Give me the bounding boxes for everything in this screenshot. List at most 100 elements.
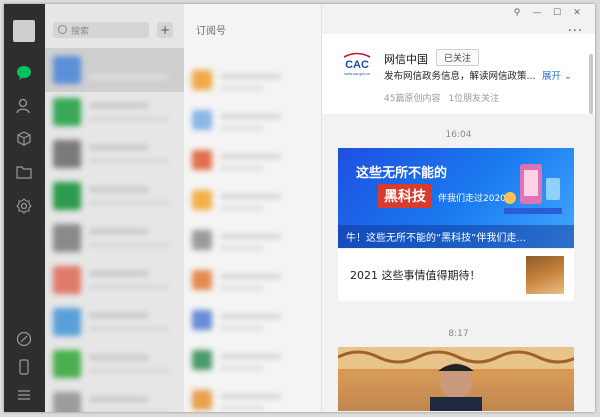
subscription-line xyxy=(220,313,282,320)
chat-icon[interactable] xyxy=(15,64,33,82)
session-row[interactable] xyxy=(45,132,184,176)
chevron-down-icon: ⌄ xyxy=(564,71,573,82)
subscription-row[interactable] xyxy=(184,180,321,222)
minimize-button[interactable]: — xyxy=(527,8,547,18)
session-row[interactable] xyxy=(45,258,184,302)
session-row[interactable] xyxy=(45,174,184,218)
session-avatar xyxy=(53,350,81,378)
scrollbar[interactable] xyxy=(589,54,593,114)
session-line xyxy=(89,144,149,151)
article-caption: 牛！这些无所不能的“黑科技”伴我们走... xyxy=(346,233,526,244)
session-line xyxy=(89,116,169,122)
user-avatar[interactable] xyxy=(13,20,35,42)
subscription-row[interactable] xyxy=(184,260,321,302)
maximize-button[interactable]: ☐ xyxy=(547,8,567,18)
subscription-list: 订阅号 xyxy=(184,4,322,412)
account-profile: CAC www.cac.gov.cn 网信中国 已关注 发布网信政务信息，解读网… xyxy=(322,34,595,114)
subscription-row[interactable] xyxy=(184,140,321,182)
subscription-row[interactable] xyxy=(184,300,321,342)
subscription-row[interactable] xyxy=(184,60,321,102)
phone-icon[interactable] xyxy=(15,358,33,376)
cube-icon[interactable] xyxy=(15,130,33,148)
search-input[interactable]: 搜索 xyxy=(53,22,149,38)
session-avatar xyxy=(53,266,81,294)
article-photo[interactable] xyxy=(338,347,574,411)
cac-logo: CAC www.cac.gov.cn xyxy=(340,48,374,78)
pin-icon[interactable]: ⚲ xyxy=(507,8,527,18)
session-row[interactable] xyxy=(45,90,184,134)
session-line xyxy=(89,410,169,412)
subscription-row[interactable] xyxy=(184,220,321,262)
expand-label: 展开 xyxy=(542,71,562,82)
subscription-line xyxy=(220,153,282,160)
folder-icon[interactable] xyxy=(15,163,33,181)
close-button[interactable]: ✕ xyxy=(567,8,587,18)
subscription-row[interactable] xyxy=(184,100,321,142)
subscription-avatar xyxy=(192,110,212,130)
subscription-line xyxy=(220,125,264,131)
session-line xyxy=(89,284,169,290)
article-banner[interactable]: 这些无所不能的 黑科技 伴我们走过2020 牛！这些无所不能的“黑科技”伴我们走… xyxy=(338,148,574,248)
add-button[interactable]: + xyxy=(157,22,173,38)
session-row[interactable] xyxy=(45,342,184,386)
article-card[interactable]: 这些无所不能的 黑科技 伴我们走过2020 牛！这些无所不能的“黑科技”伴我们走… xyxy=(338,148,574,301)
subscription-line xyxy=(220,353,282,360)
subscription-line xyxy=(220,193,282,200)
session-avatar xyxy=(53,392,81,412)
logo-text: CAC xyxy=(345,59,369,71)
menu-icon[interactable] xyxy=(15,386,33,404)
subscription-line xyxy=(220,393,282,400)
subscription-line xyxy=(220,405,264,411)
original-count: 45篇原创内容 xyxy=(384,94,441,104)
session-line xyxy=(89,368,169,374)
subscription-line xyxy=(220,113,282,120)
timestamp: 8:17 xyxy=(448,329,469,339)
session-line xyxy=(89,270,149,277)
settings-icon[interactable] xyxy=(15,197,33,215)
subscription-avatar xyxy=(192,350,212,370)
account-name[interactable]: 网信中国 xyxy=(384,51,428,67)
session-line xyxy=(89,186,149,193)
logo-sub: www.cac.gov.cn xyxy=(344,72,370,76)
session-row[interactable] xyxy=(45,300,184,344)
session-avatar xyxy=(53,224,81,252)
subscription-avatar xyxy=(192,270,212,290)
subscription-row[interactable] xyxy=(184,340,321,382)
subscription-avatar xyxy=(192,190,212,210)
banner-title: 这些无所不能的 xyxy=(356,166,448,181)
session-line xyxy=(89,74,169,80)
session-row[interactable] xyxy=(45,216,184,260)
session-line xyxy=(89,158,169,164)
subscription-line xyxy=(220,365,264,371)
tech-illustration-icon xyxy=(498,152,568,222)
sub-article-title: 2021 这些事情值得期待！ xyxy=(350,269,481,282)
session-avatar xyxy=(53,56,81,84)
session-line xyxy=(89,228,149,235)
subscription-line xyxy=(220,73,282,80)
account-description: 发布网信政务信息，解读网信政策... xyxy=(384,71,536,82)
session-avatar xyxy=(53,140,81,168)
sub-article-thumbnail xyxy=(526,256,564,294)
session-avatar xyxy=(53,308,81,336)
session-line xyxy=(89,102,149,109)
session-row[interactable] xyxy=(45,48,184,92)
subscription-row[interactable] xyxy=(184,380,321,412)
session-line xyxy=(89,354,149,361)
expand-link[interactable]: 展开 ⌄ xyxy=(542,68,572,82)
contacts-icon[interactable] xyxy=(15,97,33,115)
nav-rail xyxy=(4,4,45,412)
session-line xyxy=(89,326,169,332)
banner-subtitle: 伴我们走过2020 xyxy=(438,194,506,204)
link-icon[interactable] xyxy=(15,330,33,348)
friends-following: 1位朋友关注 xyxy=(448,94,500,104)
session-row[interactable] xyxy=(45,384,184,412)
session-list: 搜索 + xyxy=(45,4,184,412)
banner-caption-bar: 牛！这些无所不能的“黑科技”伴我们走... xyxy=(338,225,574,248)
subscription-line xyxy=(220,205,264,211)
follow-status-button[interactable]: 已关注 xyxy=(436,49,480,66)
session-line xyxy=(89,200,169,206)
subscription-avatar xyxy=(192,390,212,410)
sub-article[interactable]: 2021 这些事情值得期待！ xyxy=(338,248,574,301)
banner-highlight: 黑科技 xyxy=(378,184,432,208)
wechat-window: 搜索 + 订阅号 ⚲ — ☐ ✕ ··· CAC www.cac.gov.cn 网信中… xyxy=(4,4,595,412)
